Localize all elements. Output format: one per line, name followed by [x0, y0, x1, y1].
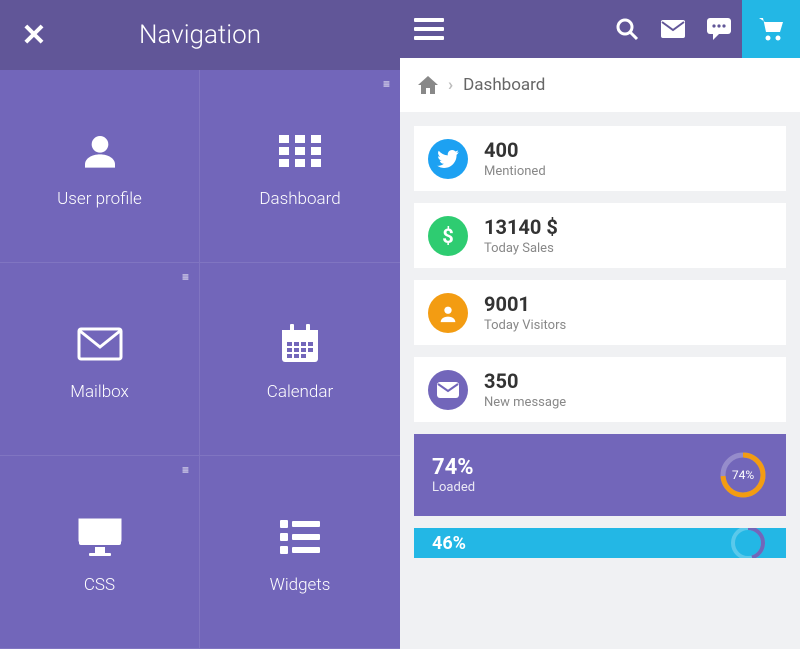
- mail-icon: [77, 316, 123, 372]
- tile-label: CSS: [84, 575, 115, 595]
- donut-chart-icon: [728, 528, 768, 558]
- stat-value: 13140 $: [484, 215, 558, 239]
- user-icon: [80, 123, 120, 179]
- tile-more-icon[interactable]: ≡: [383, 78, 390, 90]
- tile-mailbox[interactable]: ≡ Mailbox: [0, 263, 200, 456]
- tile-user-profile[interactable]: User profile: [0, 70, 200, 263]
- tile-more-icon[interactable]: ≡: [182, 271, 189, 283]
- tile-label: Calendar: [267, 382, 333, 402]
- stat-value: 350: [484, 369, 566, 393]
- grid-icon: [279, 123, 321, 179]
- menu-icon[interactable]: [414, 14, 444, 44]
- stat-card-sales[interactable]: $ 13140 $ Today Sales: [414, 203, 786, 268]
- mail-icon[interactable]: [650, 0, 696, 58]
- tile-widgets[interactable]: Widgets: [200, 456, 400, 649]
- top-bar: [400, 0, 800, 58]
- progress-value: 74%: [432, 455, 475, 480]
- stat-card-mentioned[interactable]: 400 Mentioned: [414, 126, 786, 191]
- progress-card-loaded[interactable]: 74% Loaded 74%: [414, 434, 786, 516]
- tile-label: Mailbox: [70, 382, 129, 402]
- breadcrumb-current: Dashboard: [463, 75, 545, 95]
- stat-label: New message: [484, 395, 566, 410]
- tile-label: Widgets: [270, 575, 331, 595]
- stat-label: Today Visitors: [484, 318, 566, 333]
- donut-chart-icon: 74%: [718, 450, 768, 500]
- tile-dashboard[interactable]: ≡ Dashboard: [200, 70, 400, 263]
- calendar-icon: [280, 316, 320, 372]
- close-icon[interactable]: ✕: [16, 17, 52, 53]
- navigation-panel: ✕ Navigation User profile ≡ Dashboard ≡: [0, 0, 400, 649]
- navigation-grid: User profile ≡ Dashboard ≡ Mailbox: [0, 70, 400, 649]
- chat-icon[interactable]: [696, 0, 742, 58]
- stat-label: Today Sales: [484, 241, 558, 256]
- envelope-icon: [428, 370, 468, 410]
- cart-icon[interactable]: [742, 0, 800, 58]
- chevron-right-icon: ›: [448, 75, 453, 95]
- stat-card-visitors[interactable]: 9001 Today Visitors: [414, 280, 786, 345]
- progress-card-secondary[interactable]: 46%: [414, 528, 786, 558]
- svg-text:$: $: [442, 224, 453, 248]
- main-panel: › Dashboard 400 Mentioned $ 13140 $ Toda…: [400, 0, 800, 649]
- person-icon: [428, 293, 468, 333]
- twitter-icon: [428, 139, 468, 179]
- tile-calendar[interactable]: Calendar: [200, 263, 400, 456]
- home-icon[interactable]: [418, 76, 438, 94]
- progress-label: Loaded: [432, 480, 475, 495]
- stat-card-messages[interactable]: 350 New message: [414, 357, 786, 422]
- breadcrumb: › Dashboard: [400, 58, 800, 112]
- tile-label: Dashboard: [259, 189, 340, 209]
- tile-more-icon[interactable]: ≡: [182, 464, 189, 476]
- cards-area: 400 Mentioned $ 13140 $ Today Sales 9001…: [400, 112, 800, 649]
- navigation-header: ✕ Navigation: [0, 0, 400, 70]
- tile-css[interactable]: ≡ CSS: [0, 456, 200, 649]
- progress-value: 46%: [432, 533, 466, 554]
- stat-value: 9001: [484, 292, 566, 316]
- search-icon[interactable]: [604, 0, 650, 58]
- donut-percent: 74%: [718, 450, 768, 500]
- list-icon: [280, 509, 320, 565]
- stat-label: Mentioned: [484, 164, 546, 179]
- navigation-title: Navigation: [52, 20, 384, 50]
- monitor-icon: [77, 509, 123, 565]
- dollar-icon: $: [428, 216, 468, 256]
- stat-value: 400: [484, 138, 546, 162]
- tile-label: User profile: [57, 189, 142, 209]
